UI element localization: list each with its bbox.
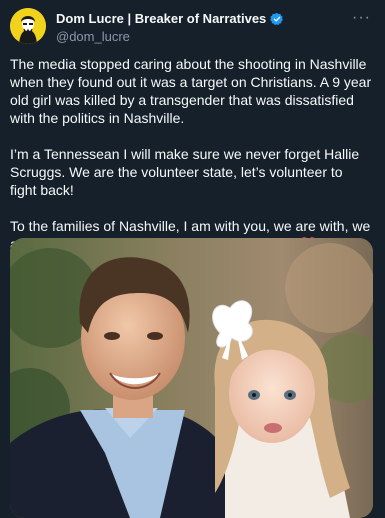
display-name[interactable]: Dom Lucre | Breaker of Narratives bbox=[56, 11, 266, 26]
photo-man-and-girl bbox=[10, 238, 373, 518]
avatar[interactable] bbox=[10, 8, 46, 44]
avatar-illustration bbox=[10, 8, 46, 44]
verified-badge-icon bbox=[270, 12, 284, 25]
tweet-photo[interactable] bbox=[10, 238, 373, 518]
tweet-paragraph-1: The media stopped caring about the shoot… bbox=[10, 56, 372, 126]
author-handle[interactable]: @dom_lucre bbox=[56, 29, 284, 44]
more-options-icon[interactable]: ··· bbox=[352, 9, 371, 27]
author-names: Dom Lucre | Breaker of Narratives @dom_l… bbox=[56, 10, 284, 44]
tweet-paragraph-2: I’m a Tennessean I will make sure we nev… bbox=[10, 146, 360, 198]
tweet-header: Dom Lucre | Breaker of Narratives @dom_l… bbox=[0, 0, 385, 52]
